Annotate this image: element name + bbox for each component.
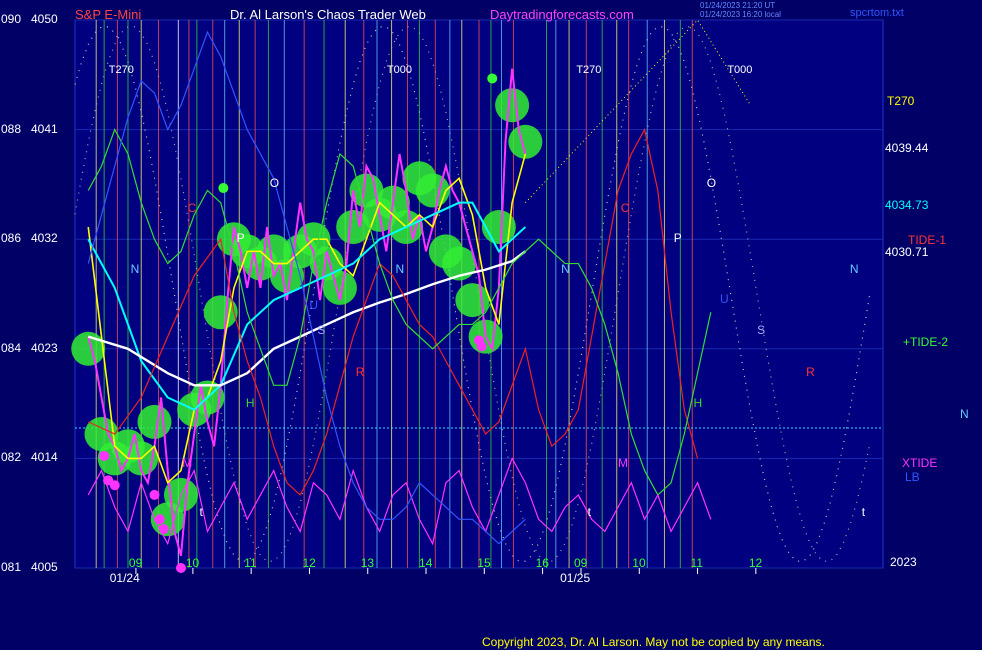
year-label: 2023	[890, 555, 917, 569]
x-tick-hour: 15	[477, 556, 491, 570]
y-tick-left: 090	[1, 12, 22, 26]
pivot-marker	[158, 524, 169, 535]
pivot-marker	[476, 341, 487, 352]
x-tick-hour: 11	[690, 556, 704, 570]
x-date-label: 01/25	[560, 571, 591, 585]
cycle-letter: U	[309, 298, 319, 313]
right-label: 4039.44	[885, 140, 929, 155]
right-label: TIDE-1	[908, 233, 947, 247]
chart	[71, 19, 884, 574]
y-tick-left: 088	[1, 121, 22, 136]
cycle-letter: O	[706, 176, 717, 191]
cycle-letter: t	[199, 505, 203, 520]
data-file-label: spcrtom.txt	[850, 7, 904, 19]
x-tick-hour: 11	[244, 556, 257, 570]
cycle-letter: N	[130, 261, 140, 276]
x-date-label: 01/24	[109, 571, 140, 585]
right-label: T270	[887, 94, 915, 108]
x-tick-hour: 12	[748, 556, 763, 570]
site-link[interactable]: Daytradingforecasts.com	[490, 8, 634, 21]
timestamp-ut: 01/24/2023 21:20 UT	[700, 1, 776, 10]
cycle-letter: N	[849, 261, 859, 276]
x-tick-hour: 10	[185, 556, 200, 570]
x-tick-hour: 12	[302, 556, 316, 570]
pivot-marker	[109, 480, 120, 491]
cycle-letter: M	[182, 456, 193, 471]
cycle-letter: U	[720, 292, 729, 307]
cycle-letter: t	[861, 505, 866, 520]
glow-dot	[137, 404, 172, 439]
right-label: N	[960, 407, 969, 421]
x-tick-hour: 10	[632, 556, 646, 570]
right-label: LB	[905, 470, 920, 484]
glow-dot	[455, 283, 490, 318]
glow-dot	[495, 88, 530, 123]
pivot-marker	[99, 450, 110, 461]
cycle-letter: P	[673, 231, 682, 246]
cycle-letter: M	[618, 456, 629, 471]
time-mark-label: T270	[108, 64, 134, 76]
y-tick-price: 4023	[31, 340, 58, 355]
x-tick-hour: 16	[535, 556, 549, 570]
cycle-letter: R	[355, 365, 365, 380]
cycle-letter: O	[269, 176, 280, 191]
cycle-letter: S	[317, 322, 326, 337]
y-tick-price: 4050	[31, 12, 58, 26]
x-tick-hour: 09	[128, 556, 143, 570]
cycle-letter: N	[561, 261, 570, 276]
x-tick-hour: 09	[573, 556, 588, 570]
y-tick-price: 4005	[31, 560, 58, 574]
pivot-marker	[487, 73, 498, 84]
y-tick-left: 081	[1, 560, 22, 574]
y-tick-price: 4032	[31, 231, 58, 246]
right-label: 4030.71	[885, 245, 929, 259]
pivot-marker	[175, 563, 186, 573]
symbol-label: S&P E-Mini	[75, 7, 142, 22]
cycle-letter: S	[757, 322, 766, 337]
pivot-marker	[218, 183, 229, 194]
pivot-marker	[154, 514, 165, 525]
chart-title: Dr. Al Larson's Chaos Trader Web	[230, 7, 426, 22]
timestamp-local: 01/24/2023 16:20 local	[700, 10, 781, 19]
y-tick-left: 084	[1, 340, 22, 355]
x-tick-hour: 14	[419, 556, 433, 570]
y-tick-price: 4041	[31, 121, 58, 136]
glow-dot	[203, 295, 238, 330]
cycle-letter: t	[587, 505, 591, 520]
cycle-letter: P	[236, 231, 245, 246]
cycle-letter: H	[245, 395, 255, 410]
y-tick-left: 082	[1, 450, 22, 465]
y-tick-left: 086	[1, 231, 22, 246]
time-mark-label: T270	[576, 64, 602, 76]
glow-dot	[415, 173, 450, 208]
pivot-marker	[149, 489, 160, 500]
cycle-letter: C	[187, 200, 197, 215]
right-label: 4034.73	[885, 197, 929, 212]
y-tick-price: 4014	[31, 450, 58, 465]
cycle-letter: C	[620, 200, 630, 215]
cycle-letter: N	[395, 261, 405, 276]
cycle-letter: R	[806, 365, 815, 380]
right-label: XTIDE	[902, 456, 938, 470]
x-tick-hour: 13	[360, 556, 375, 570]
right-label: +TIDE-2	[903, 334, 949, 349]
time-mark-label: T000	[727, 64, 753, 76]
time-mark-label: T000	[386, 64, 412, 76]
copyright: Copyright 2023, Dr. Al Larson. May not b…	[482, 635, 825, 649]
cycle-letter: H	[693, 395, 703, 410]
